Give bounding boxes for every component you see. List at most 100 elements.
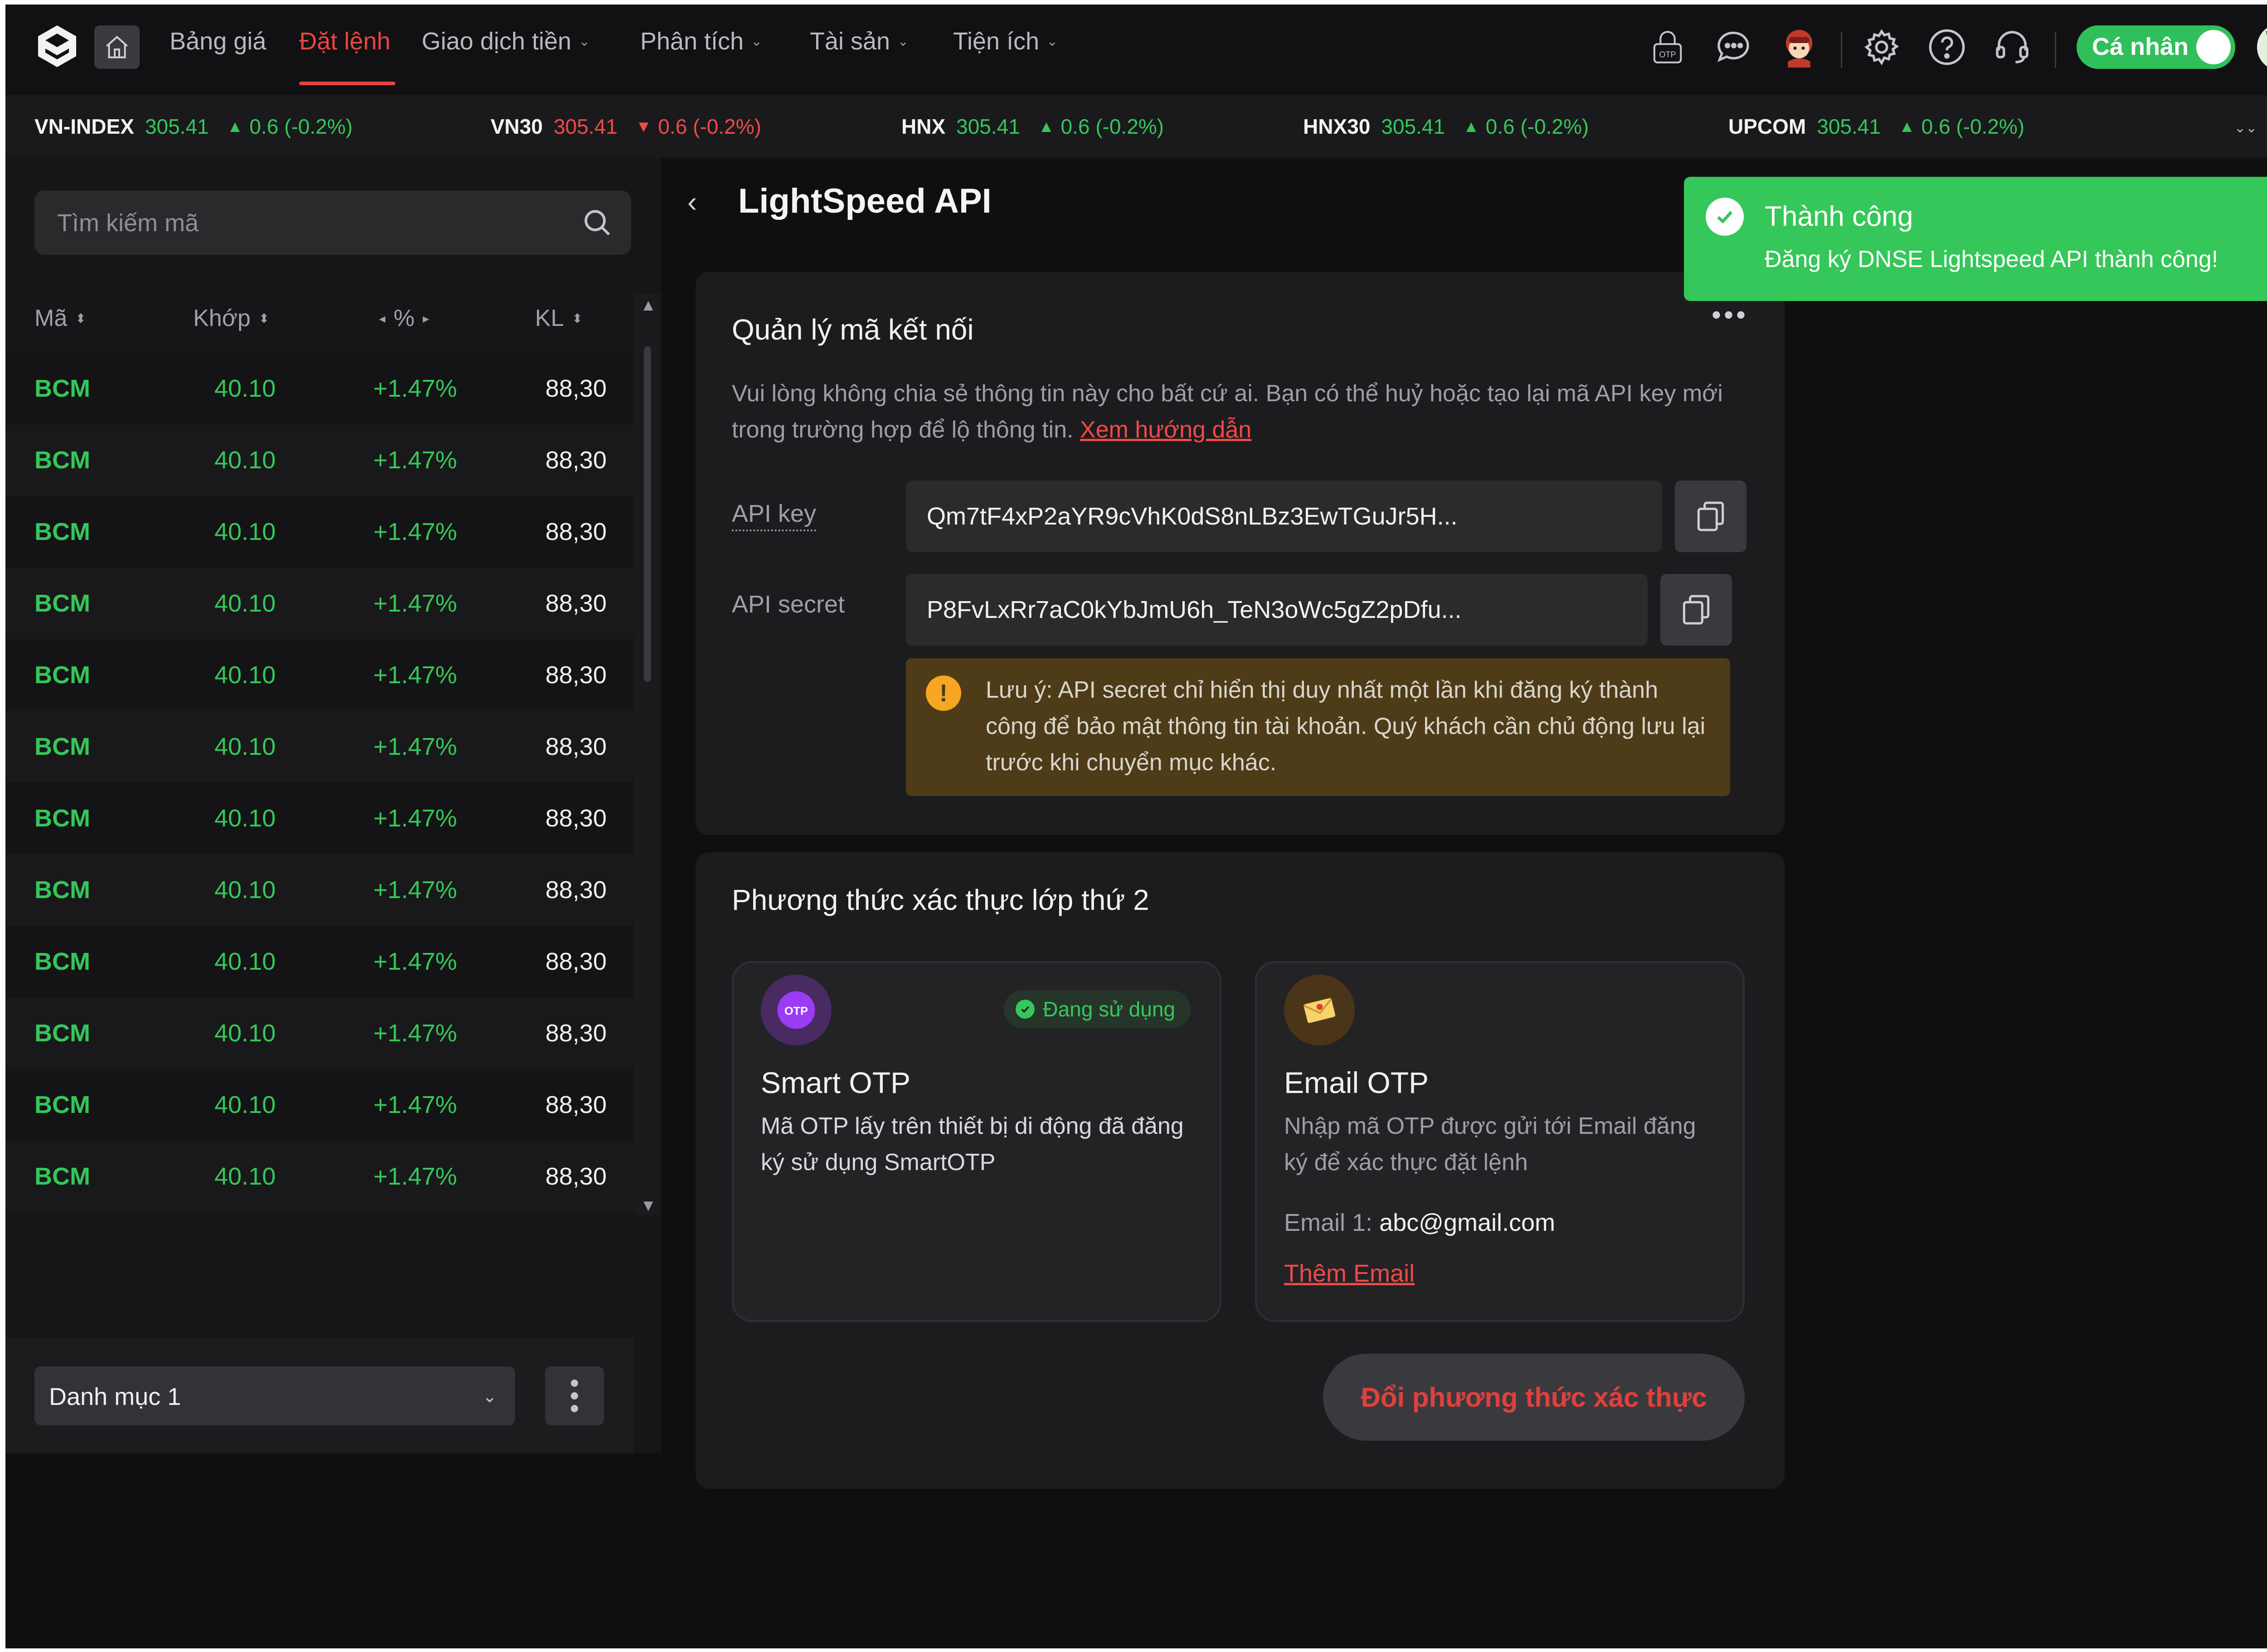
row-price: 40.10 [214,1163,276,1190]
support-button[interactable] [1990,24,2035,70]
nav-tien-ich[interactable]: Tiện ích ⌄ [953,27,1058,55]
smart-otp-option[interactable]: OTP Đang sử dụng Smart OTP Mã OTP lấy tr… [732,961,1221,1322]
nav-bang-gia[interactable]: Bảng giá [170,27,266,55]
nav-phan-tich[interactable]: Phân tích ⌄ [640,27,762,55]
category-more-button[interactable] [545,1366,604,1425]
nav-dat-lenh[interactable]: Đặt lệnh [299,27,390,55]
caret-right-icon: ▸ [423,311,429,326]
ticker-expand-button[interactable]: ⌄⌄ Mở [2234,114,2267,141]
method-description: Nhập mã OTP được gửi tới Email đăng ký đ… [1284,1113,1696,1176]
nav-giao-dich-tien[interactable]: Giao dịch tiền ⌄ [422,27,590,55]
ticker-item[interactable]: UPCOM 305.41 ▲ 0.6 (-0.2%) [1728,114,2024,139]
nav-label: Phân tích [640,28,744,55]
table-row[interactable]: BCM 40.10 +1.47% 88,30 [5,1069,634,1141]
ticker-item[interactable]: VN-INDEX 305.41 ▲ 0.6 (-0.2%) [34,114,353,139]
table-row[interactable]: BCM 40.10 +1.47% 88,30 [5,926,634,997]
column-header-code[interactable]: Mã ⬍ [34,305,86,332]
row-volume: 88,30 [545,1091,607,1118]
row-price: 40.10 [214,1091,276,1118]
email-otp-option[interactable]: Email OTP Nhập mã OTP được gửi tới Email… [1255,961,1745,1322]
method-name: Email OTP [1284,1066,1429,1099]
table-row[interactable]: BCM 40.10 +1.47% 88,30 [5,1141,634,1212]
toggle-knob [2196,30,2231,64]
logo-icon[interactable] [34,24,80,69]
category-select[interactable]: Danh mục 1 ⌄ [34,1366,515,1425]
toast-message: Đăng ký DNSE Lightspeed API thành công! [1765,246,2218,272]
nav-tai-san[interactable]: Tài sản ⌄ [810,27,909,55]
chevron-down-icon: ⌄ [579,34,590,49]
email-line: Email 1: abc@gmail.com [1284,1209,1555,1237]
table-row[interactable]: BCM 40.10 +1.47% 88,30 [5,854,634,926]
ticker-value: 305.41 [1381,115,1445,138]
app-window: Bảng giá Đặt lệnh Giao dịch tiền ⌄ Phân t… [5,5,2267,1648]
back-arrow-icon[interactable]: ‹ [687,185,697,219]
toggle-label: Cá nhân [2092,33,2189,60]
ticker-name: VN30 [491,115,543,138]
table-row[interactable]: BCM 40.10 +1.47% 88,30 [5,782,634,854]
row-percent: +1.47% [373,1163,457,1190]
row-volume: 88,30 [545,518,607,545]
row-percent: +1.47% [373,518,457,545]
row-price: 40.10 [214,447,276,474]
ticker-change: 0.6 (-0.2%) [1921,115,2025,138]
otp-icon: OTP [1653,31,1682,63]
search-icon[interactable] [581,207,613,238]
support-icon [1996,31,2029,63]
avatar[interactable] [2257,24,2267,71]
api-key-field[interactable]: Qm7tF4xP2aYR9cVhK0dS8nLBz3EwTGuJr5H... [906,481,1662,552]
row-code: BCM [34,948,90,975]
column-header-price[interactable]: Khớp ⬍ [193,305,269,332]
table-row[interactable]: BCM 40.10 +1.47% 88,30 [5,711,634,782]
column-label: % [394,305,415,331]
column-header-percent[interactable]: ◂% ▸ [379,305,429,332]
home-button[interactable] [94,25,140,69]
table-row[interactable]: BCM 40.10 +1.47% 88,30 [5,424,634,496]
chevron-down-icon: ⌄ [1046,34,1058,49]
method-description: Mã OTP lấy trên thiết bị di động đã đăng… [761,1113,1184,1176]
ticker-value: 305.41 [554,115,618,138]
row-price: 40.10 [214,375,276,402]
row-code: BCM [34,661,90,689]
row-volume: 88,30 [545,375,607,402]
card-title: Phương thức xác thực lớp thứ 2 [732,884,1149,916]
copy-api-key-button[interactable] [1675,481,1746,552]
guide-link[interactable]: Xem hướng dẫn [1080,417,1251,443]
row-code: BCM [34,876,90,904]
row-price: 40.10 [214,733,276,760]
connection-management-card: Quản lý mã kết nối ••• Vui lòng không ch… [696,272,1785,835]
home-icon [106,35,128,58]
column-header-volume[interactable]: KL ⬍ [535,305,583,332]
api-key-label: API key [732,500,817,531]
row-price: 40.10 [214,876,276,904]
scroll-down-icon[interactable]: ▼ [640,1196,657,1215]
settings-button[interactable] [1859,24,1904,70]
ticker-item[interactable]: VN30 305.41 ▼ 0.6 (-0.2%) [491,114,761,139]
more-horizontal-icon[interactable]: ••• [1712,299,1748,330]
add-email-link[interactable]: Thêm Email [1284,1259,1415,1288]
table-row[interactable]: BCM 40.10 +1.47% 88,30 [5,568,634,639]
ticker-item[interactable]: HNX30 305.41 ▲ 0.6 (-0.2%) [1303,114,1589,139]
change-auth-method-button[interactable]: Đổi phương thức xác thực [1323,1354,1745,1441]
otp-button[interactable]: OTP [1645,24,1690,70]
row-code: BCM [34,447,90,474]
scrollbar-thumb[interactable] [644,346,651,682]
chevron-down-icon: ⌄ [751,34,763,49]
copy-api-secret-button[interactable] [1660,574,1732,646]
scroll-up-icon[interactable]: ▲ [640,296,657,315]
help-button[interactable] [1924,24,1970,70]
chat-button[interactable] [1711,24,1756,70]
mascot-button[interactable] [1776,24,1822,70]
table-row[interactable]: BCM 40.10 +1.47% 88,30 [5,639,634,711]
success-toast[interactable]: Thành công Đăng ký DNSE Lightspeed API t… [1684,177,2267,301]
table-row[interactable]: BCM 40.10 +1.47% 88,30 [5,353,634,424]
api-secret-field[interactable]: P8FvLxRr7aC0kYbJmU6h_TeN3oWc5gZ2pDfu... [906,574,1648,646]
warning-text: Lưu ý: API secret chỉ hiển thị duy nhất … [986,677,1706,776]
otp-badge-icon: OTP [777,991,815,1029]
table-row[interactable]: BCM 40.10 +1.47% 88,30 [5,496,634,568]
ticker-name: HNX30 [1303,115,1371,138]
personal-mode-toggle[interactable]: Cá nhân [2077,25,2235,69]
watchlist-scrollbar[interactable]: ▲ ▼ [634,294,661,1215]
table-row[interactable]: BCM 40.10 +1.47% 88,30 [5,997,634,1069]
ticker-item[interactable]: HNX 305.41 ▲ 0.6 (-0.2%) [901,114,1164,139]
search-input[interactable] [56,190,557,256]
